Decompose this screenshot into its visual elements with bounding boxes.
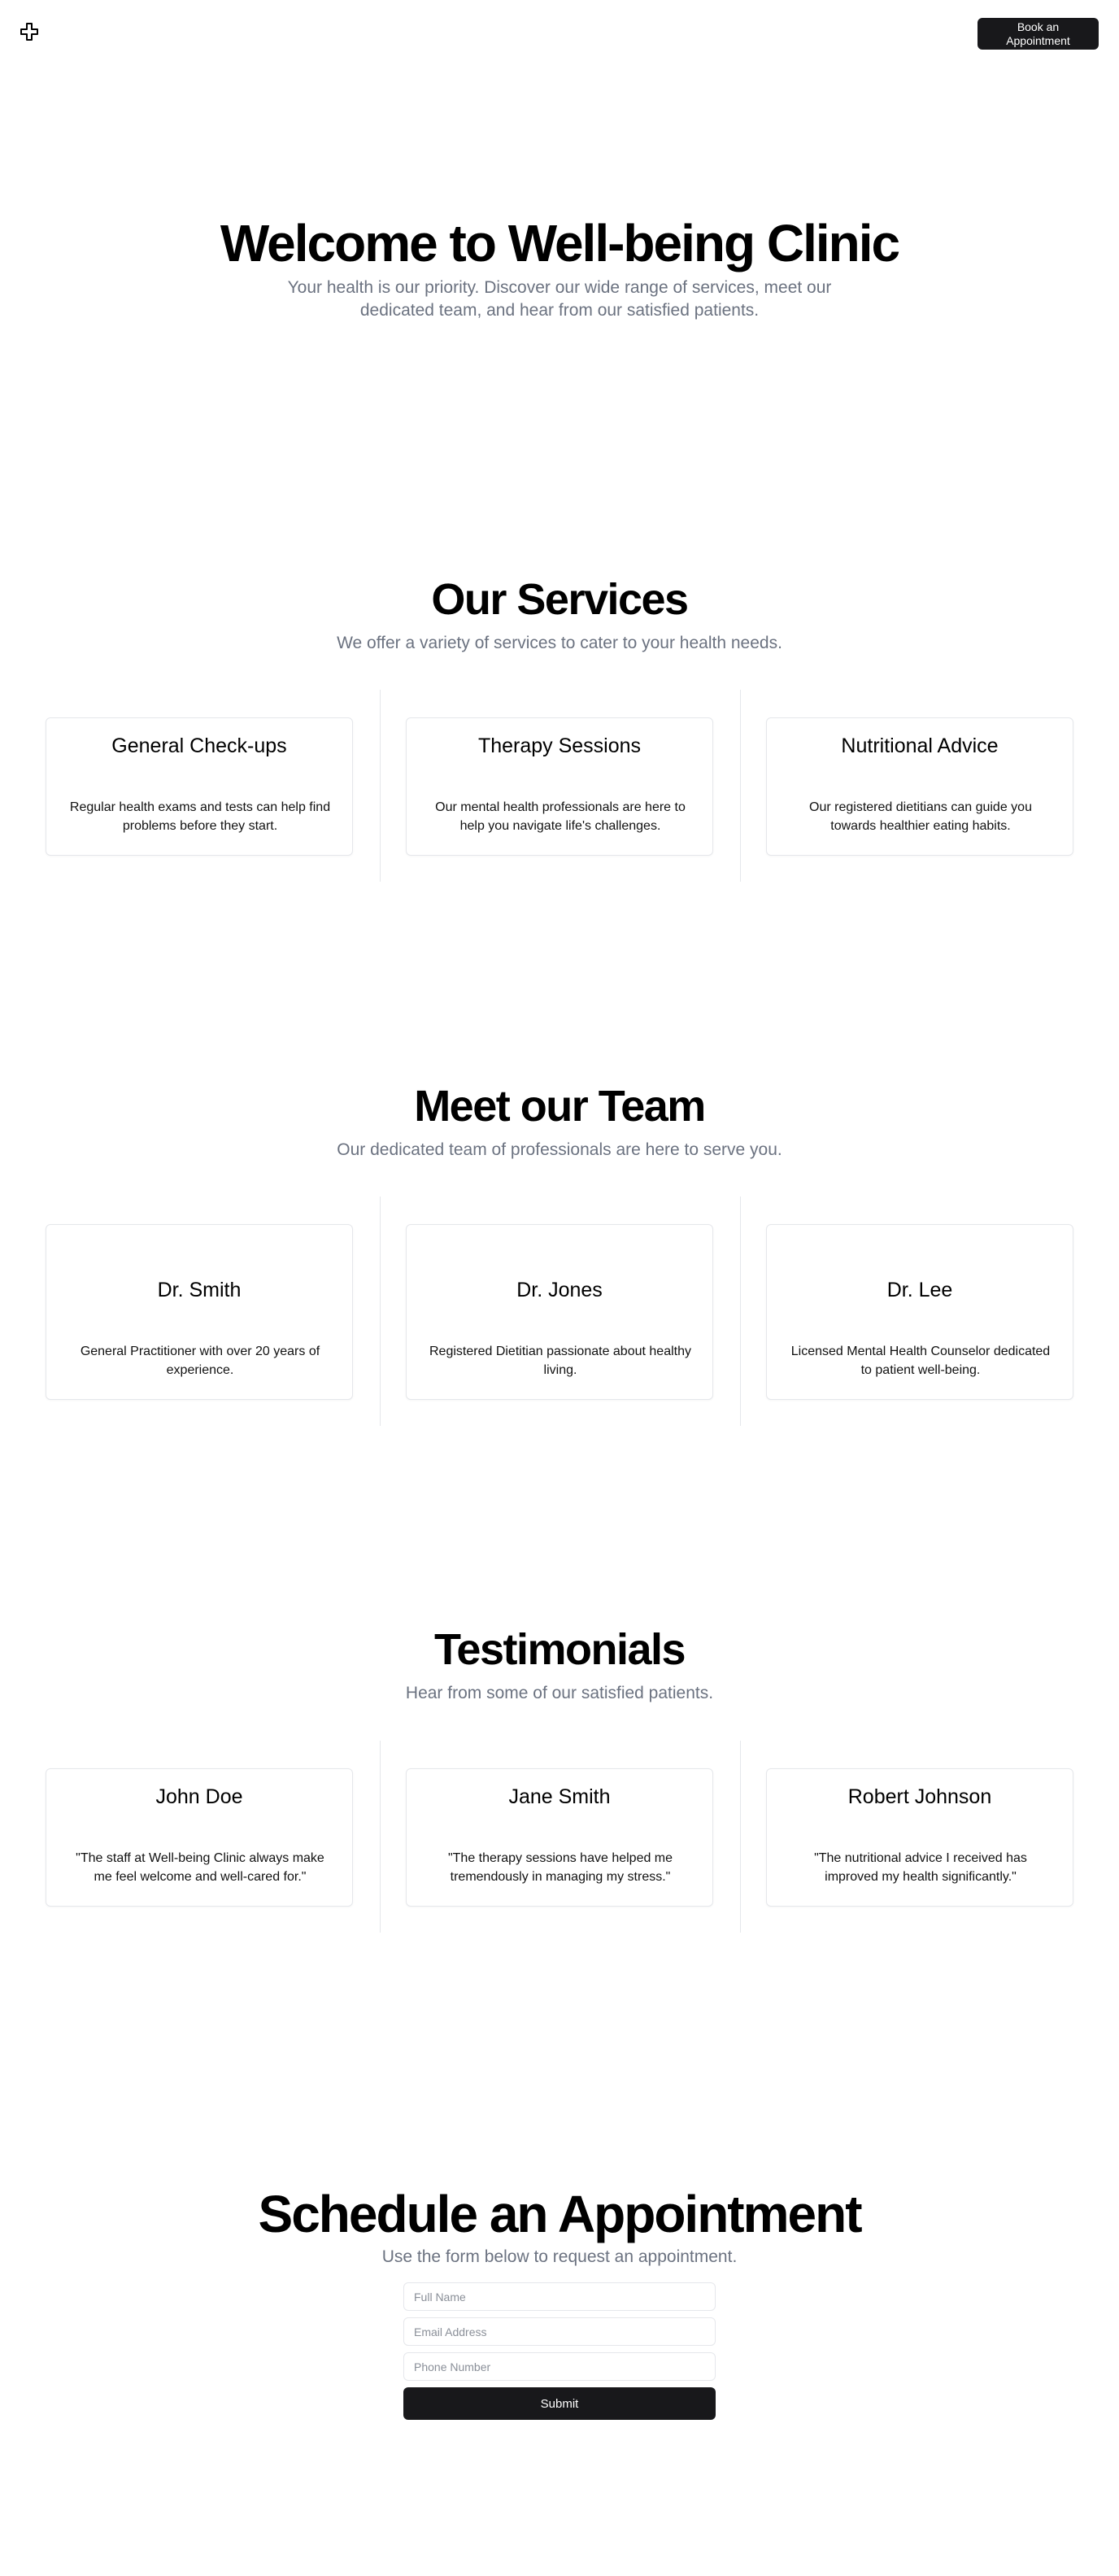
testimonial-card: Robert Johnson "The nutritional advice I… [766, 1768, 1073, 1907]
team-member-bio: Licensed Mental Health Counselor dedicat… [790, 1345, 1051, 1377]
team-member-card: Dr. Jones Registered Dietitian passionat… [406, 1224, 713, 1400]
medical-cross-icon[interactable] [20, 22, 39, 41]
team-grid: Dr. Smith General Practitioner with over… [0, 1196, 1119, 1426]
testimonial-author: Jane Smith [508, 1785, 611, 1808]
testimonials-grid: John Doe "The staff at Well-being Clinic… [0, 1741, 1119, 1933]
team-title: Meet our Team [414, 1082, 706, 1131]
team-member-bio: General Practitioner with over 20 years … [80, 1345, 320, 1377]
service-card: Therapy Sessions Our mental health profe… [406, 717, 713, 856]
service-card: General Check-ups Regular health exams a… [46, 717, 353, 856]
email-input[interactable] [403, 2317, 716, 2346]
column-divider [380, 690, 381, 882]
services-grid: General Check-ups Regular health exams a… [0, 690, 1119, 882]
team-member-card: Dr. Lee Licensed Mental Health Counselor… [766, 1224, 1073, 1400]
column-divider [380, 1196, 381, 1426]
site-header: Book an Appointment [0, 0, 1119, 65]
service-card-text: Our registered dietitians can guide you … [809, 800, 1032, 833]
column-divider [380, 1741, 381, 1933]
testimonial-quote: "The therapy sessions have helped me tre… [447, 1851, 673, 1884]
team-member-bio: Registered Dietitian passionate about he… [429, 1345, 691, 1377]
service-card-text: Regular health exams and tests can help … [69, 800, 331, 833]
column-divider [740, 1741, 741, 1933]
testimonial-quote: "The nutritional advice I received has i… [814, 1851, 1027, 1884]
testimonial-quote: "The staff at Well-being Clinic always m… [76, 1851, 324, 1884]
service-card-text: Our mental health professionals are here… [435, 800, 686, 833]
book-appointment-button[interactable]: Book an Appointment [977, 18, 1099, 50]
full-name-input[interactable] [403, 2282, 716, 2311]
service-card-title: Therapy Sessions [477, 734, 642, 757]
appointment-subtitle: Use the form below to request an appoint… [381, 2247, 738, 2266]
submit-button[interactable]: Submit [403, 2387, 716, 2420]
team-subtitle: Our dedicated team of professionals are … [337, 1140, 782, 1159]
hero-subtitle: Your health is our priority. Discover ou… [287, 278, 832, 320]
service-card: Nutritional Advice Our registered dietit… [766, 717, 1073, 856]
team-member-name: Dr. Smith [157, 1279, 242, 1301]
testimonials-subtitle: Hear from some of our satisfied patients… [405, 1684, 714, 1702]
phone-input[interactable] [403, 2352, 716, 2381]
hero-title: Welcome to Well-being Clinic [220, 214, 900, 272]
testimonial-card: Jane Smith "The therapy sessions have he… [406, 1768, 713, 1907]
testimonials-title: Testimonials [433, 1625, 686, 1674]
team-member-name: Dr. Lee [886, 1279, 953, 1301]
column-divider [740, 690, 741, 882]
services-title: Our Services [431, 575, 689, 624]
appointment-title: Schedule an Appointment [258, 2185, 863, 2243]
services-subtitle: We offer a variety of services to cater … [337, 634, 782, 652]
team-member-name: Dr. Jones [516, 1279, 603, 1301]
testimonial-author: John Doe [155, 1785, 243, 1808]
team-member-card: Dr. Smith General Practitioner with over… [46, 1224, 353, 1400]
column-divider [740, 1196, 741, 1426]
service-card-title: General Check-ups [111, 734, 287, 757]
service-card-title: Nutritional Advice [841, 734, 999, 757]
testimonial-card: John Doe "The staff at Well-being Clinic… [46, 1768, 353, 1907]
testimonial-author: Robert Johnson [847, 1785, 992, 1808]
